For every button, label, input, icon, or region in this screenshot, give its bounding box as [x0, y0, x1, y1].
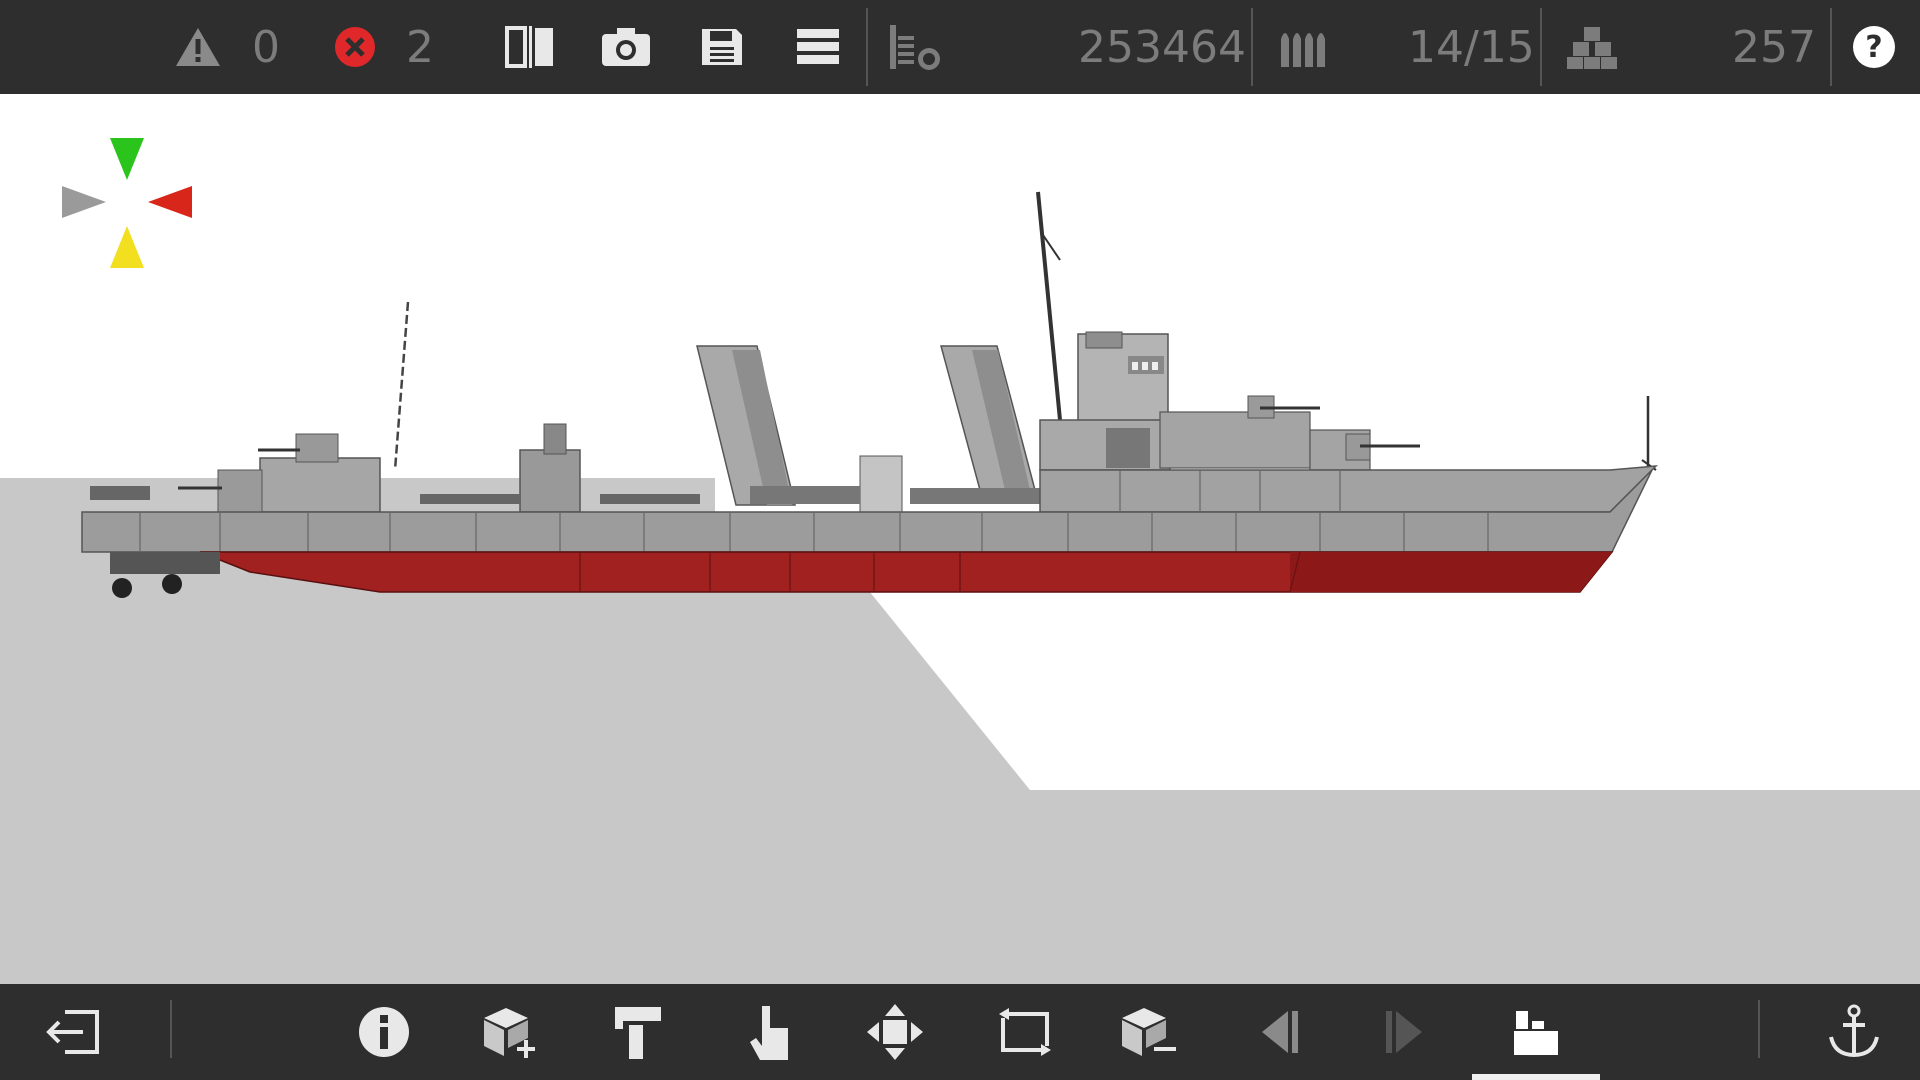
toolbar-separator [1758, 1000, 1760, 1058]
ammo-value: 14/15 [1408, 21, 1535, 73]
exit-icon[interactable] [40, 984, 104, 1080]
compass-gray-arrow[interactable] [62, 186, 106, 218]
toolbar-separator [1251, 8, 1253, 86]
anchor-icon[interactable] [1822, 984, 1886, 1080]
hand-icon[interactable] [740, 984, 800, 1080]
previous-icon[interactable] [1252, 984, 1308, 1080]
compass-red-arrow[interactable] [148, 186, 192, 218]
camera-icon[interactable] [596, 0, 656, 94]
warning-icon[interactable] [170, 0, 226, 94]
ammo-icon[interactable] [1276, 0, 1332, 94]
compass-yellow-arrow[interactable] [110, 226, 144, 268]
blocks-layer-icon[interactable] [1472, 984, 1600, 1080]
add-block-icon[interactable] [478, 984, 544, 1080]
errors-count: 2 [406, 21, 434, 73]
toolbar-separator [1540, 8, 1542, 86]
save-icon[interactable] [694, 0, 750, 94]
move-icon[interactable] [862, 984, 928, 1080]
toolbar-separator [866, 8, 868, 86]
orientation-compass[interactable] [62, 138, 192, 268]
bottom-toolbar [0, 984, 1920, 1080]
info-icon[interactable] [354, 984, 414, 1080]
next-icon[interactable] [1376, 984, 1432, 1080]
layers-icon[interactable] [884, 0, 944, 94]
paint-roller-icon[interactable] [608, 984, 670, 1080]
help-icon[interactable]: ? [1848, 0, 1900, 94]
svg-text:?: ? [1865, 30, 1882, 65]
top-toolbar: 0 2 253464 14/15 257 ? [0, 0, 1920, 94]
menu-icon[interactable] [790, 0, 846, 94]
error-icon[interactable] [330, 0, 380, 94]
remove-block-icon[interactable] [1116, 984, 1182, 1080]
toolbar-separator [1830, 8, 1832, 86]
active-tab-indicator [1472, 1074, 1600, 1080]
ship-model[interactable] [81, 191, 1658, 598]
cost-value: 253464 [1078, 21, 1246, 73]
toolbar-separator [170, 1000, 172, 1058]
rotate-icon[interactable] [992, 984, 1058, 1080]
blocks-icon[interactable] [1564, 0, 1620, 94]
warnings-count: 0 [252, 21, 280, 73]
blocks-value: 257 [1732, 21, 1816, 73]
compass-green-arrow[interactable] [110, 138, 144, 180]
mirror-icon[interactable] [500, 0, 560, 94]
build-canvas[interactable] [0, 94, 1920, 984]
